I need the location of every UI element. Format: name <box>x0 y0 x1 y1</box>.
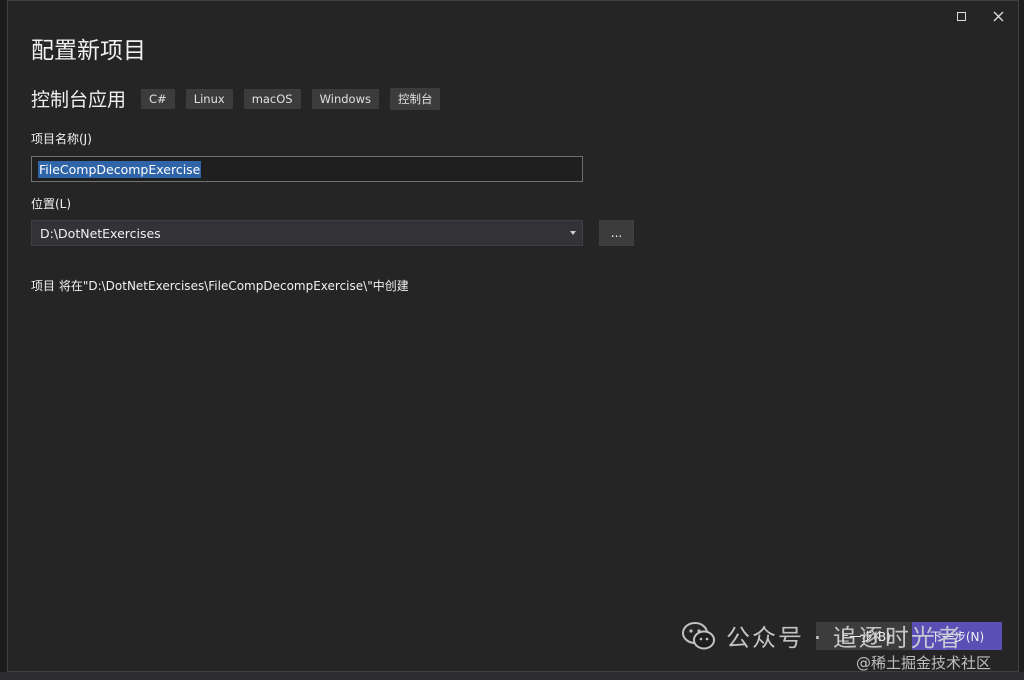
chevron-down-icon <box>570 231 576 235</box>
status-bar <box>0 672 1024 680</box>
maximize-button[interactable] <box>950 7 972 25</box>
tag-project-type: 控制台 <box>389 87 441 110</box>
location-label: 位置(L) <box>31 197 72 211</box>
tag-language: C# <box>141 88 175 109</box>
wechat-icon <box>682 621 715 649</box>
close-button[interactable] <box>987 7 1009 25</box>
watermark-text: 公众号 · 追逐时光者 <box>726 624 963 652</box>
tag-platform-macos: macOS <box>243 88 301 109</box>
dialog-title: 配置新项目 <box>31 38 146 64</box>
watermark: 公众号 · 追逐时光者 <box>682 618 963 653</box>
configure-project-dialog: 配置新项目 控制台应用 C# Linux macOS Windows 控制台 项… <box>7 0 1019 672</box>
browse-button[interactable]: ... <box>599 220 634 246</box>
template-name: 控制台应用 <box>31 89 127 111</box>
project-name-value: FileCompDecompExercise <box>38 160 202 178</box>
watermark-sub: @稀土掘金技术社区 <box>856 654 992 672</box>
project-name-label: 项目名称(J) <box>31 132 92 146</box>
template-header: 控制台应用 C# Linux macOS Windows 控制台 <box>31 85 451 112</box>
tag-platform-linux: Linux <box>185 88 233 109</box>
location-select[interactable]: D:\DotNetExercises <box>31 220 583 246</box>
maximize-icon <box>956 11 966 21</box>
close-icon <box>993 11 1003 21</box>
project-name-input[interactable]: FileCompDecompExercise <box>31 156 583 182</box>
location-value: D:\DotNetExercises <box>40 225 161 241</box>
tag-platform-windows: Windows <box>311 88 379 109</box>
project-path-info: 项目 将在"D:\DotNetExercises\FileCompDecompE… <box>31 279 409 293</box>
